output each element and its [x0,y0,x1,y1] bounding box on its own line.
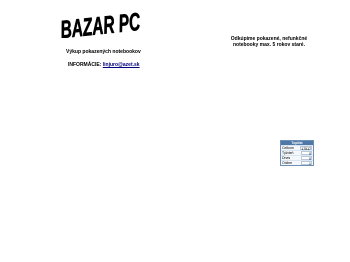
counter-row-label: Online [282,161,293,165]
logo-text: BAZAR PC [59,8,142,38]
counter-row-value: 0 [301,156,312,161]
counter-row-online: Online 1 [281,160,313,166]
counter-row-value: 0 [301,151,312,156]
page-subtitle: Výkup pokazených notebookov [66,49,141,55]
contact-info: INFORMÁCIE: linjuro@azet.sk [68,62,140,68]
counter-row-label: Dnes [282,156,291,160]
counter-row-label: Celkom [282,146,294,150]
counter-row-value: 1 [301,161,312,166]
counter-row-label: Týždeň [282,151,294,155]
counter-row-value: 17517 [300,146,312,151]
logo-graphic: BAZAR PC [59,8,143,38]
notice-line-2: notebooky max. 5 rokov staré. [233,42,305,48]
visitor-counter-widget[interactable]: Toplist Celkom 17517 Týždeň 0 Dnes 0 Onl… [280,140,314,166]
bazar-pc-logo: BAZAR PC [58,8,144,38]
purchase-notice: Odkúpime pokazené, nefunkčné notebooky m… [224,36,314,48]
contact-label: INFORMÁCIE: [68,62,102,68]
contact-email-link[interactable]: linjuro@azet.sk [103,62,140,68]
